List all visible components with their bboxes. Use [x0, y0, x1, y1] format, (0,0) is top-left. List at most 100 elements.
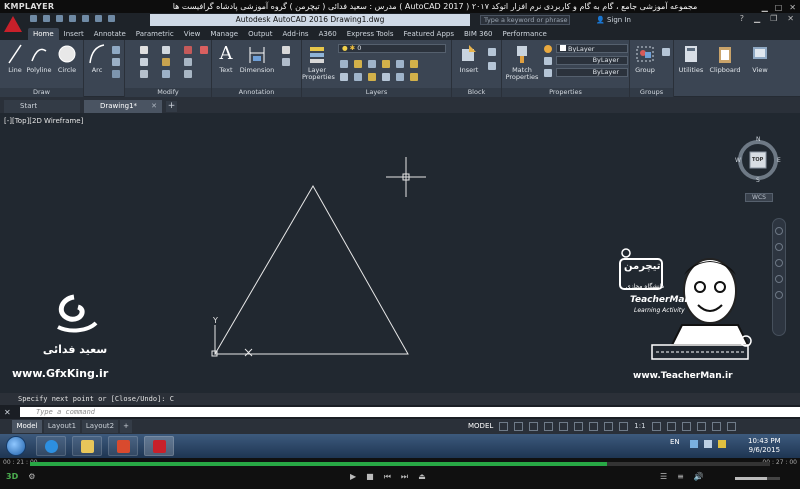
- ribbon-tab-parametric[interactable]: Parametric: [131, 28, 179, 40]
- qat-redo-icon[interactable]: [108, 15, 115, 22]
- taskbar-clock[interactable]: 10:43 PM 9/6/2015: [748, 437, 781, 455]
- input-language[interactable]: EN: [670, 438, 680, 446]
- otrack-icon[interactable]: [574, 422, 584, 431]
- customization-menu-icon[interactable]: [726, 422, 736, 431]
- close-tab-icon[interactable]: ✕: [151, 100, 157, 113]
- table-icon[interactable]: [282, 58, 290, 66]
- rectangle-icon[interactable]: [112, 46, 120, 54]
- layer-tool-icon-2[interactable]: [354, 60, 362, 68]
- properties-panel-label[interactable]: Properties: [502, 88, 629, 97]
- layer-tool-icon-6[interactable]: [410, 60, 418, 68]
- viewcube[interactable]: N S W E TOP: [733, 135, 783, 197]
- layer-tool-icon-3[interactable]: [368, 60, 376, 68]
- snap-icon[interactable]: [514, 422, 524, 431]
- stop-icon[interactable]: ■: [366, 472, 374, 482]
- stretch-icon[interactable]: [140, 70, 148, 78]
- array-icon[interactable]: [184, 70, 192, 78]
- file-tab-drawing1[interactable]: Drawing1* ✕: [84, 100, 162, 113]
- layer-tool-icon-4[interactable]: [382, 60, 390, 68]
- layers-panel-label[interactable]: Layers: [302, 88, 451, 97]
- model-space-toggle[interactable]: MODEL: [468, 421, 493, 432]
- layer-tool-icon-8[interactable]: [354, 73, 362, 81]
- add-layout-button[interactable]: +: [120, 420, 132, 433]
- layer-tool-icon-12[interactable]: [410, 73, 418, 81]
- lineweight-toggle-icon[interactable]: [589, 422, 599, 431]
- rotate-icon[interactable]: [162, 46, 170, 54]
- layer-tool-icon-11[interactable]: [396, 73, 404, 81]
- layout-tab-layout2[interactable]: Layout2: [82, 420, 118, 433]
- hatch-icon[interactable]: [112, 58, 120, 66]
- layout-tab-layout1[interactable]: Layout1: [44, 420, 80, 433]
- isolate-objects-icon[interactable]: [681, 422, 691, 431]
- ribbon-tab-a360[interactable]: A360: [314, 28, 342, 40]
- eject-icon[interactable]: ⏏: [418, 472, 426, 482]
- layer-tool-icon-9[interactable]: [368, 73, 376, 81]
- qat-open-icon[interactable]: [43, 15, 50, 22]
- erase-icon[interactable]: [200, 46, 208, 54]
- volume-tray-icon[interactable]: [704, 440, 712, 448]
- annotation-visibility-icon[interactable]: [651, 422, 661, 431]
- layer-dropdown[interactable]: ● ✱ 0: [338, 44, 446, 53]
- qat-save-icon[interactable]: [56, 15, 63, 22]
- scale-icon[interactable]: [162, 70, 170, 78]
- drawing-area[interactable]: [-][Top][2D Wireframe] Y N S W E TOP WCS…: [0, 113, 800, 393]
- view-tool[interactable]: View: [746, 43, 774, 74]
- layer-tool-icon-10[interactable]: [382, 73, 390, 81]
- command-input[interactable]: Type a command: [20, 407, 800, 417]
- circle-tool[interactable]: Circle: [56, 43, 78, 74]
- viewcube-south[interactable]: S: [756, 177, 760, 184]
- block-panel-label[interactable]: Block: [452, 88, 501, 97]
- seek-bar[interactable]: [30, 462, 770, 466]
- settings-icon[interactable]: ⚙: [28, 472, 35, 481]
- mirror-icon[interactable]: [162, 58, 170, 66]
- restore-icon[interactable]: ❐: [770, 14, 777, 23]
- modify-panel-label[interactable]: Modify: [125, 88, 211, 97]
- previous-icon[interactable]: ⏮: [384, 472, 391, 482]
- file-tab-start[interactable]: Start: [4, 100, 80, 113]
- application-menu-button[interactable]: [0, 13, 28, 40]
- viewcube-north[interactable]: N: [756, 136, 761, 143]
- ribbon-tab-output[interactable]: Output: [243, 28, 277, 40]
- help-icon[interactable]: ?: [740, 14, 744, 23]
- ribbon-tab-performance[interactable]: Performance: [497, 28, 551, 40]
- trim-icon[interactable]: [184, 46, 192, 54]
- windows-start-button[interactable]: [6, 436, 26, 456]
- orbit-icon[interactable]: [775, 275, 783, 283]
- dimension-tool[interactable]: Dimension: [238, 43, 276, 74]
- draw-panel-label[interactable]: Draw: [0, 88, 83, 97]
- edit-block-icon[interactable]: [488, 62, 496, 70]
- qat-print-icon[interactable]: [82, 15, 89, 22]
- transparency-icon[interactable]: [604, 422, 614, 431]
- fillet-icon[interactable]: [184, 58, 192, 66]
- copy-icon[interactable]: [140, 58, 148, 66]
- wcs-menu[interactable]: WCS: [745, 193, 773, 202]
- taskbar-media[interactable]: [108, 436, 138, 456]
- ribbon-tab-annotate[interactable]: Annotate: [89, 28, 131, 40]
- ribbon-tab-bim-360[interactable]: BIM 360: [459, 28, 498, 40]
- ellipse-icon[interactable]: [112, 70, 120, 78]
- match-properties-tool[interactable]: Match Properties: [504, 43, 540, 81]
- ribbon-tab-insert[interactable]: Insert: [59, 28, 89, 40]
- ungroup-icon[interactable]: [662, 48, 670, 56]
- pan-icon[interactable]: [775, 243, 783, 251]
- 3d-icon[interactable]: 3D: [6, 472, 18, 481]
- flag-tray-icon[interactable]: [718, 440, 726, 448]
- layer-tool-icon-1[interactable]: [340, 60, 348, 68]
- close-icon[interactable]: ✕: [787, 14, 794, 23]
- grid-icon[interactable]: [499, 422, 509, 431]
- steering-wheel-icon[interactable]: [775, 227, 783, 235]
- layer-tool-icon-7[interactable]: [340, 73, 348, 81]
- zoom-icon[interactable]: [775, 259, 783, 267]
- clean-screen-icon[interactable]: [711, 422, 721, 431]
- layer-tool-icon-5[interactable]: [396, 60, 404, 68]
- color-dropdown[interactable]: ByLayer: [556, 44, 628, 53]
- volume-slider[interactable]: [735, 477, 780, 480]
- playlist-icon[interactable]: ☰: [660, 472, 667, 481]
- insert-tool[interactable]: Insert: [456, 43, 482, 74]
- sign-in-button[interactable]: 👤 Sign In: [596, 15, 631, 25]
- qat-new-icon[interactable]: [30, 15, 37, 22]
- qat-saveas-icon[interactable]: [69, 15, 76, 22]
- next-icon[interactable]: ⏭: [401, 472, 408, 482]
- ribbon-tab-express-tools[interactable]: Express Tools: [342, 28, 399, 40]
- create-block-icon[interactable]: [488, 48, 496, 56]
